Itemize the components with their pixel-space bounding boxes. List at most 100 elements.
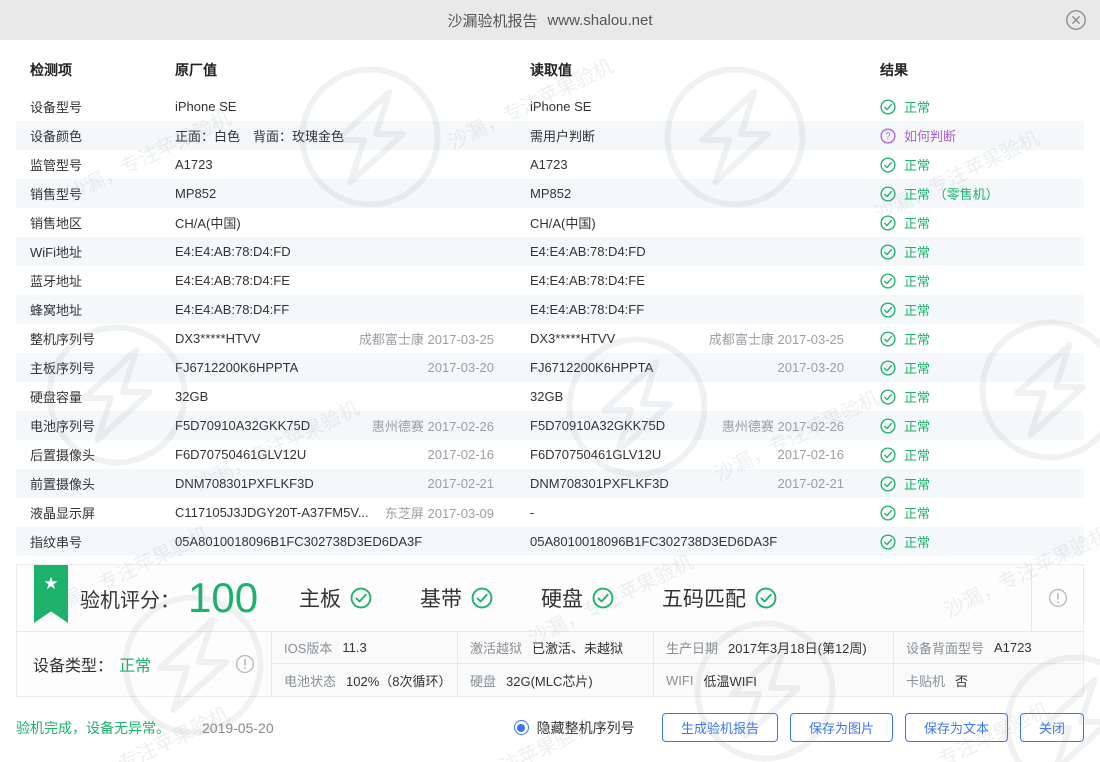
detail-label: WIFI [666,672,694,688]
close-button[interactable] [1065,9,1087,31]
detail-value: 已激活、未越狱 [532,641,624,656]
factory-value: MP852 [161,186,516,201]
read-value-text: CH/A(中国) [530,216,596,231]
factory-note: 成都富士康 2017-03-25 [358,332,494,347]
result-cell: 正常 [866,329,1084,348]
table-row: 电池序列号 F5D70910A32GKK75D 惠州德赛 2017-02-26 F5D… [16,411,1084,440]
detail-label: 生产日期 [666,641,719,656]
factory-value-text: 正面：白色 背面：玫瑰金色 [175,129,345,144]
generate-report-button[interactable]: 生成验机报告 [661,713,778,742]
score-info-button[interactable] [1048,588,1068,608]
read-value: A1723 [516,157,866,172]
factory-value-text: FJ6712200K6HPPTA [175,360,299,375]
check-item-label: 指纹串号 [30,535,83,550]
svg-text:?: ? [886,131,891,141]
read-value: E4:E4:AB:78:D4:FE [516,273,866,288]
check-item-label: 硬盘容量 [30,390,83,405]
report-date: 2019-05-20 [202,719,274,736]
result-text: 正常 [904,448,931,463]
column-header-result: 结果 [880,62,908,78]
factory-value-text: 05A8010018096B1FC302738D3ED6DA3F [175,534,423,549]
result-text: 正常 [904,303,931,318]
check-item-label: 销售型号 [30,187,83,202]
score-ribbon-icon: ★ [34,565,68,623]
factory-value: DNM708301PXFLKF3D 2017-02-21 [161,476,516,491]
detail-value: 11.3 [342,640,367,655]
factory-note: 2017-02-21 [427,476,495,491]
read-value: - [516,505,866,520]
detail-label: IOS版本 [284,641,333,656]
table-row: 设备颜色 正面：白色 背面：玫瑰金色 需用户判断? 如何判断 [16,121,1084,150]
score-row: ★ 验机评分： 100 主板 基带 硬盘 五码匹配 [17,565,1083,631]
read-note: 成都富士康 2017-03-25 [708,332,844,347]
save-image-button[interactable]: 保存为图片 [789,713,893,742]
table-row: 销售型号 MP852 MP852 正常 （零售机） [16,179,1084,208]
result-cell: 正常 [866,97,1084,116]
check-icon [880,301,896,318]
factory-value-text: MP852 [175,186,217,201]
table-row: 蜂窝地址 E4:E4:AB:78:D4:FF E4:E4:AB:78:D4:FF 正常 [16,295,1084,324]
read-value: F6D70750461GLV12U 2017-02-16 [516,447,866,462]
factory-value: DX3*****HTVV 成都富士康 2017-03-25 [161,329,516,348]
factory-value-text: CH/A(中国) [175,216,241,231]
table-row: 整机序列号 DX3*****HTVV 成都富士康 2017-03-25 DX3****… [16,324,1084,353]
read-value-text: A1723 [530,157,568,172]
detail-cell: 电池状态 102%（8次循环） [271,664,457,696]
factory-note: 2017-02-16 [427,447,495,462]
result-text: 正常 [904,158,931,173]
table-row: 前置摄像头 DNM708301PXFLKF3D 2017-02-21 DNM70830… [16,469,1084,498]
read-value: E4:E4:AB:78:D4:FD [516,244,866,259]
read-value: 05A8010018096B1FC302738D3ED6DA3F [516,534,866,549]
save-text-button[interactable]: 保存为文本 [904,713,1008,742]
detail-cell: WIFI 低温WIFI [653,664,893,696]
check-icon [592,587,614,609]
detail-cell: 硬盘 32G(MLC芯片) [457,664,653,696]
factory-value: E4:E4:AB:78:D4:FD [161,244,516,259]
read-value: DX3*****HTVV 成都富士康 2017-03-25 [516,329,866,348]
summary-check-label: 硬盘 [541,588,583,611]
result-text: 正常 [904,419,931,434]
table-row: 后置摄像头 F6D70750461GLV12U 2017-02-16 F6D70750… [16,440,1084,469]
detail-value: A1723 [994,640,1032,655]
check-icon [471,587,493,609]
close-icon [1065,9,1087,31]
device-type-cell: 设备类型： 正常 [17,632,271,696]
read-value-text: DX3*****HTVV [530,331,616,346]
result-cell: 正常 [866,300,1084,319]
result-text: 正常 [904,361,931,376]
result-text: 正常 [904,100,931,115]
table-row: 主板序列号 FJ6712200K6HPPTA 2017-03-20 FJ6712200… [16,353,1084,382]
result-text[interactable]: 如何判断 [904,126,956,145]
help-icon[interactable]: ? [880,127,896,144]
result-text: 正常 [904,216,931,231]
check-item-label: WiFi地址 [30,245,82,260]
factory-value-text: E4:E4:AB:78:D4:FF [175,302,290,317]
column-header-item: 检测项 [30,62,72,78]
read-value: 需用户判断 [516,126,866,145]
factory-note: 东芝屏 2017-03-09 [384,506,494,521]
detail-value: 102%（8次循环） [346,673,452,689]
check-icon [880,98,896,115]
hide-serial-radio-group[interactable]: 隐藏整机序列号 [513,718,635,738]
close-report-button[interactable]: 关闭 [1019,713,1084,742]
radio-selected-icon[interactable] [513,720,529,735]
check-icon [350,587,372,609]
device-type-info-button[interactable] [235,654,255,674]
summary-check-item: 五码匹配 [662,583,777,613]
factory-value-text: F5D70910A32GKK75D [175,418,311,433]
table-row: 硬盘容量 32GB 32GB 正常 [16,382,1084,411]
result-text: 正常 [904,332,931,347]
result-cell: 正常 [866,213,1084,232]
app-title: 沙漏验机报告 [447,12,538,30]
check-icon [880,446,896,463]
detail-value: 否 [955,673,969,689]
detail-value: 低温WIFI [703,673,757,689]
read-value: F5D70910A32GKK75D 惠州德赛 2017-02-26 [516,416,866,435]
check-icon [880,417,896,434]
result-text: 正常 [904,535,931,550]
detail-cell: IOS版本 11.3 [271,632,457,664]
read-note: 2017-02-21 [777,476,845,491]
read-value-text: FJ6712200K6HPPTA [530,360,654,375]
result-text: 正常 [904,245,931,260]
factory-value-text: DNM708301PXFLKF3D [175,476,314,491]
